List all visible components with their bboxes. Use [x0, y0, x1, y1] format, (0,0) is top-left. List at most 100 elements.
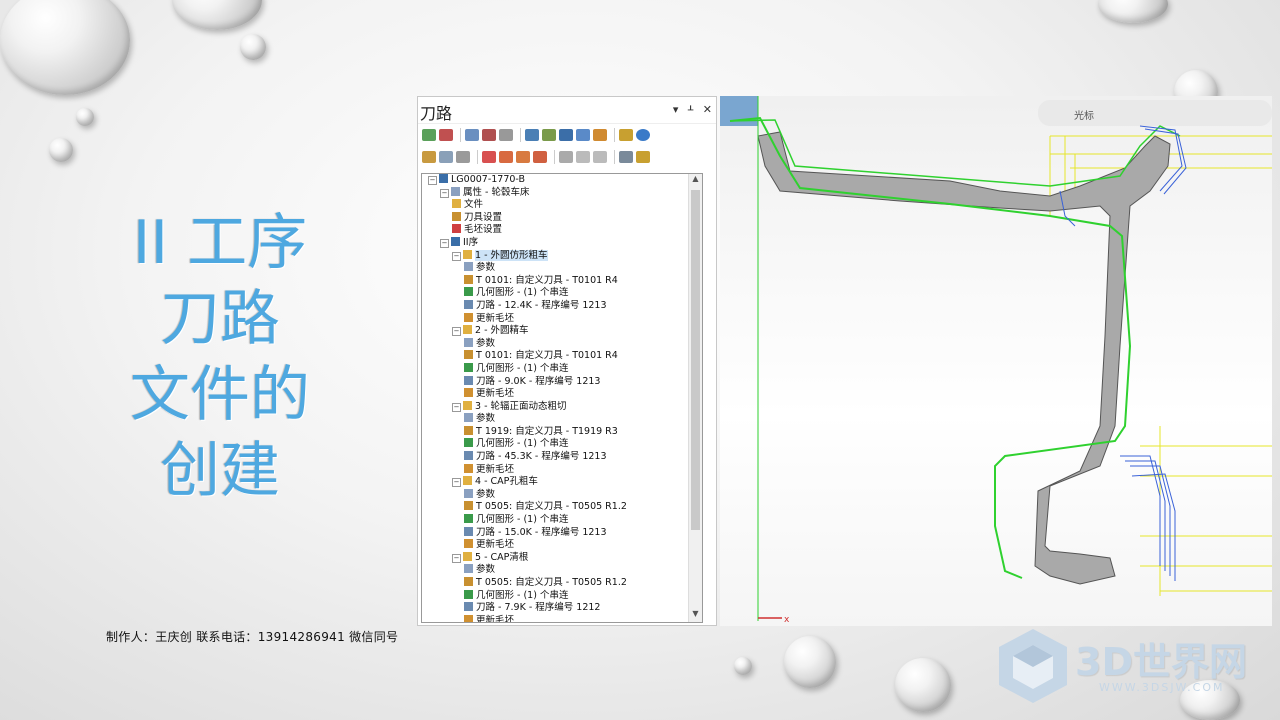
tree-item[interactable]: − LG0007-1770-B — [422, 174, 702, 187]
tree-item[interactable]: T 0505: 自定义刀具 - T0505 R1.2 — [422, 501, 702, 514]
collapse-toggle[interactable]: − — [452, 402, 461, 412]
tree-item[interactable]: T 1919: 自定义刀具 - T1919 R3 — [422, 425, 702, 439]
tree-item[interactable]: 刀路 - 45.3K - 程序编号 1213 — [422, 451, 702, 464]
tree-item[interactable]: 几何图形 - (1) 个串连 — [422, 287, 702, 300]
geometry-icon — [464, 362, 473, 372]
tree-item[interactable]: 参数 — [422, 564, 702, 577]
insert-button[interactable] — [516, 151, 530, 163]
simulate-button[interactable] — [525, 129, 539, 141]
toggle-display-button[interactable] — [439, 151, 453, 163]
display-options-button[interactable] — [593, 151, 607, 163]
tree-item[interactable]: − 1 - 外圆仿形粗车 — [422, 249, 702, 263]
tree-item[interactable]: 刀路 - 12.4K - 程序编号 1213 — [422, 299, 702, 313]
geometry-icon — [464, 287, 473, 297]
divider — [460, 128, 461, 142]
toolpath-icon — [464, 451, 473, 461]
part-drawing: x — [720, 96, 1272, 625]
lock-icon[interactable] — [422, 151, 436, 163]
pin-icon[interactable]: ᚆ — [688, 103, 693, 116]
scroll-up-arrow[interactable]: ▲ — [689, 174, 702, 187]
verify-button[interactable] — [542, 129, 556, 141]
tool-icon — [464, 501, 473, 511]
tree-item[interactable]: 更新毛坯 — [422, 312, 702, 326]
collapse-toggle[interactable]: − — [452, 251, 461, 261]
graphics-viewport[interactable]: 光标 x — [720, 96, 1272, 626]
tree-item[interactable]: 几何图形 - (1) 个串连 — [422, 438, 702, 451]
tree-item[interactable]: − 3 - 轮辐正面动态粗切 — [422, 400, 702, 414]
close-icon[interactable]: ✕ — [703, 103, 712, 116]
tree-item[interactable]: 更新毛坯 — [422, 463, 702, 477]
tree-item[interactable]: T 0101: 自定义刀具 - T0101 R4 — [422, 350, 702, 363]
tree-item[interactable]: 更新毛坯 — [422, 388, 702, 401]
filter-icon[interactable] — [619, 151, 633, 163]
operation-folder-icon — [463, 476, 472, 486]
logo-url: WWW.3DSJW.COM — [1099, 681, 1225, 694]
scroll-thumb[interactable] — [691, 190, 700, 530]
help-icon[interactable] — [636, 129, 650, 141]
tree-item[interactable]: 几何图形 - (1) 个串连 — [422, 589, 702, 603]
tree-item[interactable]: 更新毛坯 — [422, 539, 702, 552]
tree-item[interactable]: 更新毛坯 — [422, 614, 702, 622]
tree-item[interactable]: 几何图形 - (1) 个串连 — [422, 362, 702, 376]
arrow-button[interactable] — [593, 129, 607, 141]
tree-item-label: 更新毛坯 — [476, 312, 515, 324]
tree-item[interactable]: 文件 — [422, 199, 702, 212]
tree-item[interactable]: 参数 — [422, 488, 702, 502]
tool-icon — [464, 425, 473, 435]
collapse-toggle[interactable]: − — [440, 238, 449, 248]
tree-item[interactable]: 刀路 - 15.0K - 程序编号 1213 — [422, 526, 702, 540]
tree-item[interactable]: 毛坯设置 — [422, 224, 702, 237]
tree-item[interactable]: 刀路 - 7.9K - 程序编号 1212 — [422, 602, 702, 615]
scroll-down-arrow[interactable]: ▼ — [689, 609, 702, 622]
copy-icon[interactable] — [576, 151, 590, 163]
collapse-toggle[interactable]: − — [452, 478, 461, 488]
panel-menu-icon[interactable]: ▾ — [673, 103, 679, 116]
regenerate-dirty-button[interactable] — [482, 129, 496, 141]
regenerate-button[interactable] — [465, 129, 479, 141]
tree-item-label: 几何图形 - (1) 个串连 — [476, 514, 569, 526]
select-all-button[interactable] — [422, 129, 436, 141]
toolpath-icon — [464, 375, 473, 385]
operation-folder-icon — [463, 551, 472, 561]
water-drop — [1098, 0, 1168, 23]
post-button[interactable] — [559, 129, 573, 141]
title-line: II 工序 — [132, 208, 308, 278]
settings-icon[interactable] — [636, 151, 650, 163]
collapse-toggle[interactable]: − — [428, 176, 437, 185]
cursor-icon[interactable] — [559, 151, 573, 163]
move-down-button[interactable] — [482, 151, 496, 163]
tree-item-label: T 0101: 自定义刀具 - T0101 R4 — [476, 274, 618, 286]
tree-item[interactable]: − 2 - 外圆精车 — [422, 325, 702, 338]
toolpath-icon — [464, 602, 473, 612]
tree-item[interactable]: 参数 — [422, 413, 702, 426]
tree-item-label: 参数 — [476, 337, 496, 349]
tree-item[interactable]: − II序 — [422, 236, 702, 250]
tree-item[interactable]: − 5 - CAP清根 — [422, 551, 702, 565]
title-line: 刀路 — [160, 284, 280, 354]
tree-item[interactable]: 几何图形 - (1) 个串连 — [422, 514, 702, 527]
parameters-icon — [464, 413, 473, 423]
divider — [554, 150, 555, 164]
tree-item[interactable]: − 4 - CAP孔粗车 — [422, 476, 702, 489]
tree-item[interactable]: 参数 — [422, 262, 702, 275]
tree-item-label: T 0505: 自定义刀具 - T0505 R1.2 — [476, 501, 627, 513]
tree-item[interactable]: − 属性 - 轮毂车床 — [422, 186, 702, 200]
wrench-icon[interactable] — [619, 129, 633, 141]
tree-item[interactable]: 刀具设置 — [422, 211, 702, 225]
operation-folder-icon — [463, 325, 472, 335]
vertical-scrollbar[interactable]: ▲ ▼ — [688, 174, 702, 622]
tree-item[interactable]: T 0505: 自定义刀具 - T0505 R1.2 — [422, 577, 702, 590]
tree-item[interactable]: 刀路 - 9.0K - 程序编号 1213 — [422, 375, 702, 389]
tree-item[interactable]: 参数 — [422, 337, 702, 351]
g1-button[interactable] — [576, 129, 590, 141]
collapse-toggle[interactable]: − — [452, 553, 461, 563]
tree-item[interactable]: T 0101: 自定义刀具 - T0101 R4 — [422, 274, 702, 288]
post-toggle-button[interactable] — [456, 151, 470, 163]
collapse-toggle[interactable]: − — [452, 327, 461, 337]
deselect-button[interactable] — [439, 129, 453, 141]
collapse-toggle[interactable]: − — [440, 188, 449, 198]
expand-button[interactable] — [533, 151, 547, 163]
move-up-button[interactable] — [499, 151, 513, 163]
backplot-button[interactable] — [499, 129, 513, 141]
toolbar-row-1 — [418, 124, 716, 146]
